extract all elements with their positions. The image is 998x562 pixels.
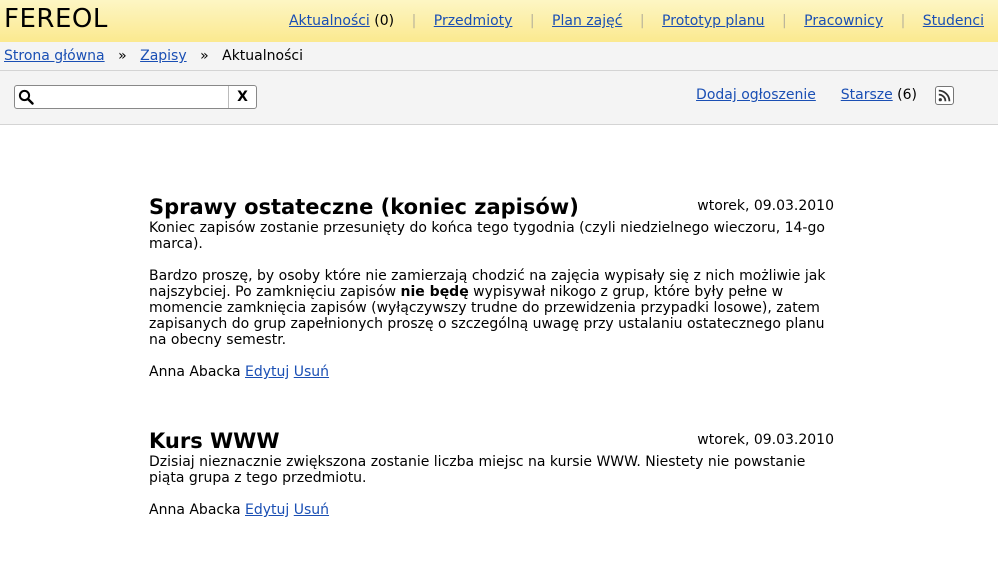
nav-przedmioty[interactable]: Przedmioty	[434, 13, 513, 29]
news-author: Anna Abacka	[149, 364, 241, 380]
edit-link[interactable]: Edytuj	[245, 364, 289, 380]
nav-aktualnosci[interactable]: Aktualności	[289, 13, 370, 29]
delete-link[interactable]: Usuń	[294, 502, 329, 518]
toolbar-links: Dodaj ogłoszenie Starsze (6)	[696, 87, 917, 103]
breadcrumb-separator: »	[118, 48, 127, 64]
news-footer: Anna Abacka Edytuj Usuń	[149, 364, 834, 380]
breadcrumb-separator: »	[200, 48, 209, 64]
rss-button[interactable]	[935, 86, 954, 105]
search-icon	[18, 89, 34, 105]
news-body: Koniec zapisów zostanie przesunięty do k…	[149, 220, 834, 348]
breadcrumb-current: Aktualności	[222, 48, 303, 64]
nav-pracownicy[interactable]: Pracownicy	[804, 13, 883, 29]
nav-separator: |	[781, 13, 787, 29]
news-item: Sprawy ostateczne (koniec zapisów) wtore…	[149, 190, 834, 380]
news-body: Dzisiaj nieznacznie zwiększona zostanie …	[149, 454, 834, 486]
older-link[interactable]: Starsze	[841, 87, 893, 103]
main-nav: Aktualności (0) | Przedmioty | Plan zaję…	[289, 13, 984, 29]
search-box: X	[14, 85, 257, 109]
breadcrumb: Strona główna » Zapisy » Aktualności	[0, 42, 998, 71]
nav-plan-zajec[interactable]: Plan zajęć	[552, 13, 622, 29]
search-clear-button[interactable]: X	[228, 86, 256, 108]
rss-icon	[938, 89, 951, 102]
nav-studenci[interactable]: Studenci	[923, 13, 984, 29]
header-bar: FEREOL Aktualności (0) | Przedmioty | Pl…	[0, 0, 998, 42]
news-date: wtorek, 09.03.2010	[697, 198, 834, 214]
delete-link[interactable]: Usuń	[294, 364, 329, 380]
edit-link[interactable]: Edytuj	[245, 502, 289, 518]
nav-prototyp-planu[interactable]: Prototyp planu	[662, 13, 764, 29]
news-paragraph: Dzisiaj nieznacznie zwiększona zostanie …	[149, 454, 806, 486]
news-paragraph: Koniec zapisów zostanie przesunięty do k…	[149, 220, 825, 252]
nav-aktualnosci-count: (0)	[374, 13, 395, 29]
toolbar: X Dodaj ogłoszenie Starsze (6)	[0, 71, 998, 125]
news-footer: Anna Abacka Edytuj Usuń	[149, 502, 834, 518]
news-title: Sprawy ostateczne (koniec zapisów)	[149, 195, 579, 219]
news-list: Sprawy ostateczne (koniec zapisów) wtore…	[149, 190, 834, 562]
news-item: Kurs WWW wtorek, 09.03.2010 Dzisiaj niez…	[149, 424, 834, 518]
nav-separator: |	[900, 13, 906, 29]
search-input[interactable]	[37, 87, 237, 105]
emphasis-text: nie będę	[400, 284, 469, 300]
news-paragraph: Bardzo proszę, by osoby które nie zamier…	[149, 268, 826, 348]
news-date: wtorek, 09.03.2010	[697, 432, 834, 448]
nav-separator: |	[529, 13, 535, 29]
add-announcement-link[interactable]: Dodaj ogłoszenie	[696, 87, 816, 103]
news-title: Kurs WWW	[149, 429, 280, 453]
nav-separator: |	[411, 13, 417, 29]
older-count: (6)	[897, 87, 917, 103]
news-author: Anna Abacka	[149, 502, 241, 518]
app-logo[interactable]: FEREOL	[4, 4, 108, 34]
breadcrumb-zapisy[interactable]: Zapisy	[140, 48, 187, 64]
breadcrumb-home[interactable]: Strona główna	[4, 48, 105, 64]
nav-separator: |	[639, 13, 645, 29]
